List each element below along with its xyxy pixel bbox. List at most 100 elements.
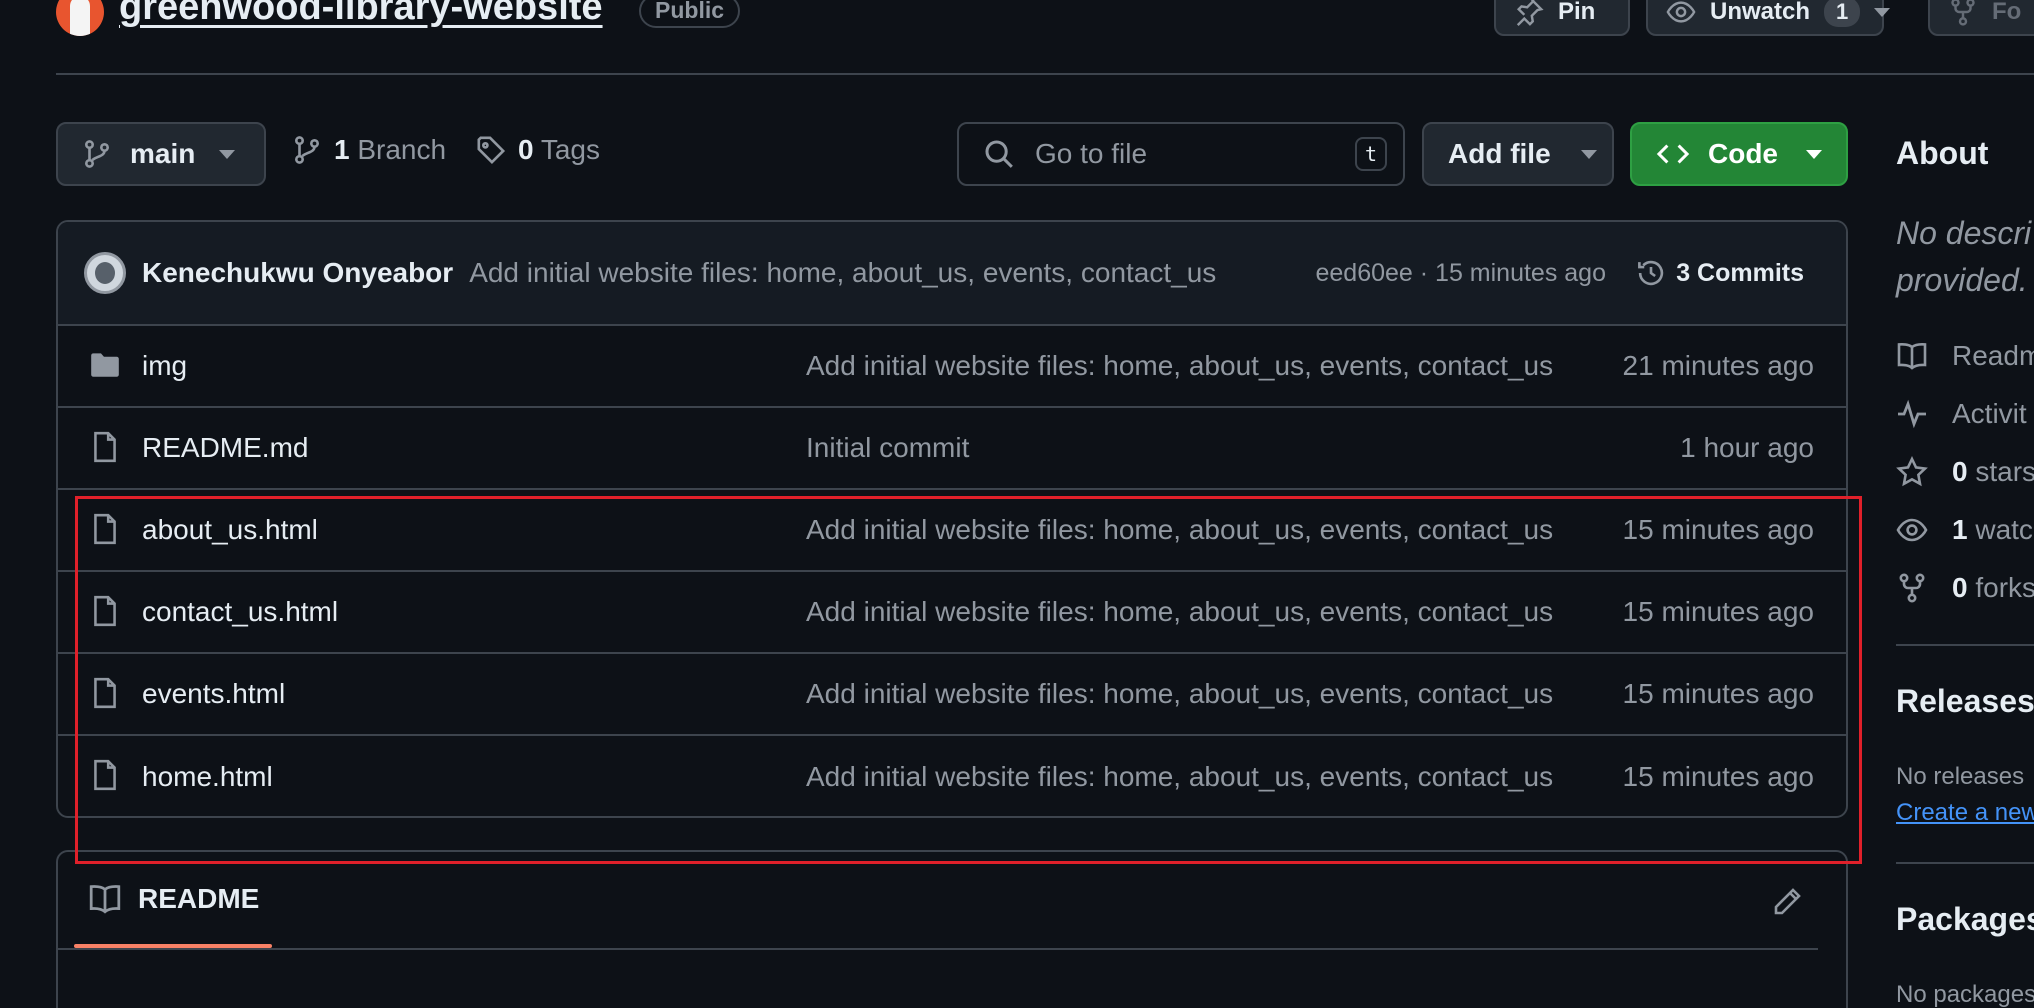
- file-name-link[interactable]: img: [142, 350, 187, 382]
- file-name-link[interactable]: events.html: [142, 678, 285, 710]
- file-commit-message[interactable]: Add initial website files: home, about_u…: [806, 761, 1622, 793]
- file-icon: [88, 430, 122, 464]
- repo-name-link[interactable]: greenwood-library-website: [119, 0, 603, 29]
- unwatch-button[interactable]: Unwatch 1: [1646, 0, 1891, 36]
- pulse-icon: [1896, 398, 1928, 430]
- go-to-file-search[interactable]: Go to file t: [957, 122, 1405, 186]
- watchers-label: watc: [1975, 514, 2033, 545]
- search-icon: [983, 138, 1015, 170]
- file-row-readme[interactable]: README.md Initial commit 1 hour ago: [58, 408, 1846, 490]
- fork-icon: [1948, 0, 1978, 27]
- fork-button[interactable]: Fo: [1928, 0, 2034, 36]
- sidebar-readme-link[interactable]: Readm: [1896, 340, 2034, 372]
- commit-author-link[interactable]: Kenechukwu Onyeabor: [142, 257, 453, 289]
- branch-select-button[interactable]: main: [56, 122, 266, 186]
- watch-count: 1: [1824, 0, 1861, 27]
- about-heading: About: [1896, 135, 1989, 171]
- book-icon: [1896, 340, 1928, 372]
- file-commit-time: 15 minutes ago: [1622, 678, 1814, 709]
- chevron-down-icon: [1874, 7, 1891, 17]
- file-row-events[interactable]: events.html Add initial website files: h…: [58, 654, 1846, 736]
- code-button[interactable]: Code: [1630, 122, 1848, 186]
- add-file-label: Add file: [1448, 138, 1551, 169]
- file-commit-time: 15 minutes ago: [1622, 596, 1814, 627]
- readme-panel: README: [56, 850, 1848, 1008]
- file-row-contact-us[interactable]: contact_us.html Add initial website file…: [58, 572, 1846, 654]
- create-release-link[interactable]: Create a new: [1896, 799, 2034, 827]
- commit-author-avatar[interactable]: [84, 252, 126, 294]
- branches-count: 1: [334, 134, 350, 165]
- about-description-line: No descri: [1896, 215, 2032, 251]
- visibility-badge: Public: [639, 0, 741, 28]
- tag-icon: [476, 135, 506, 165]
- readme-divider: [58, 948, 1818, 950]
- file-commit-message[interactable]: Add initial website files: home, about_u…: [806, 514, 1622, 546]
- sidebar-divider: [1896, 644, 2034, 646]
- sidebar-activity-label: Activit: [1952, 398, 2027, 429]
- pin-label: Pin: [1558, 0, 1596, 25]
- file-icon: [88, 512, 122, 546]
- file-name-link[interactable]: contact_us.html: [142, 596, 338, 628]
- latest-commit-bar: Kenechukwu Onyeabor Add initial website …: [58, 222, 1846, 326]
- file-browser: Kenechukwu Onyeabor Add initial website …: [56, 220, 1848, 818]
- pin-button[interactable]: Pin: [1494, 0, 1630, 36]
- file-row-home[interactable]: home.html Add initial website files: hom…: [58, 736, 1846, 816]
- file-commit-time: 1 hour ago: [1680, 432, 1814, 463]
- file-icon: [88, 758, 122, 792]
- readme-tab[interactable]: README: [88, 882, 259, 916]
- releases-heading[interactable]: Releases: [1896, 683, 2034, 720]
- sidebar-forks-link[interactable]: 0 forks: [1896, 572, 2034, 604]
- file-commit-time: 15 minutes ago: [1622, 761, 1814, 792]
- file-name-link[interactable]: home.html: [142, 761, 273, 793]
- star-icon: [1896, 456, 1928, 488]
- file-row-img[interactable]: img Add initial website files: home, abo…: [58, 326, 1846, 408]
- owner-avatar[interactable]: [56, 0, 104, 36]
- file-commit-time: 15 minutes ago: [1622, 514, 1814, 545]
- chevron-down-icon: [219, 149, 236, 159]
- commits-count-label: 3 Commits: [1676, 258, 1804, 287]
- packages-heading[interactable]: Packages: [1896, 901, 2034, 938]
- commit-hash-time[interactable]: eed60ee · 15 minutes ago: [1316, 259, 1607, 288]
- sidebar-divider: [1896, 862, 2034, 864]
- book-icon: [88, 882, 122, 916]
- file-row-about-us[interactable]: about_us.html Add initial website files:…: [58, 490, 1846, 572]
- branch-icon: [82, 139, 112, 169]
- chevron-down-icon: [1580, 149, 1597, 159]
- branch-icon: [292, 135, 322, 165]
- search-shortcut-key: t: [1355, 137, 1387, 171]
- about-description-line: provided.: [1896, 262, 2028, 298]
- branches-label: Branch: [357, 134, 447, 165]
- file-name-link[interactable]: README.md: [142, 432, 308, 464]
- watchers-count: 1: [1952, 514, 1968, 545]
- unwatch-label: Unwatch: [1710, 0, 1811, 25]
- eye-icon: [1896, 514, 1928, 546]
- tags-link[interactable]: 0 Tags: [476, 134, 600, 166]
- fork-label: Fo: [1992, 0, 2022, 25]
- file-commit-message[interactable]: Add initial website files: home, about_u…: [806, 678, 1622, 710]
- add-file-button[interactable]: Add file: [1422, 122, 1614, 186]
- commit-message-link[interactable]: Add initial website files: home, about_u…: [469, 257, 1216, 289]
- forks-count: 0: [1952, 572, 1968, 603]
- sidebar-activity-link[interactable]: Activit: [1896, 398, 2027, 430]
- branches-link[interactable]: 1 Branch: [292, 134, 446, 166]
- search-placeholder: Go to file: [1035, 138, 1148, 169]
- forks-label: forks: [1975, 572, 2034, 603]
- history-icon: [1636, 258, 1666, 288]
- sidebar-stars-link[interactable]: 0 stars: [1896, 456, 2034, 488]
- pin-icon: [1514, 0, 1544, 27]
- file-name-link[interactable]: about_us.html: [142, 514, 318, 546]
- about-description: No descri provided.: [1896, 210, 2031, 304]
- code-label: Code: [1708, 138, 1778, 169]
- readme-tab-label: README: [138, 883, 260, 914]
- tags-label: Tags: [540, 134, 601, 165]
- file-commit-message[interactable]: Add initial website files: home, about_u…: [806, 350, 1622, 382]
- tags-count: 0: [518, 134, 534, 165]
- stars-count: 0: [1952, 456, 1968, 487]
- commits-history-link[interactable]: 3 Commits: [1636, 258, 1804, 288]
- file-commit-message[interactable]: Add initial website files: home, about_u…: [806, 596, 1622, 628]
- file-commit-message[interactable]: Initial commit: [806, 432, 1622, 464]
- file-icon: [88, 676, 122, 710]
- pencil-icon[interactable]: [1771, 886, 1803, 918]
- code-icon: [1656, 139, 1690, 169]
- sidebar-watchers-link[interactable]: 1 watc: [1896, 514, 2033, 546]
